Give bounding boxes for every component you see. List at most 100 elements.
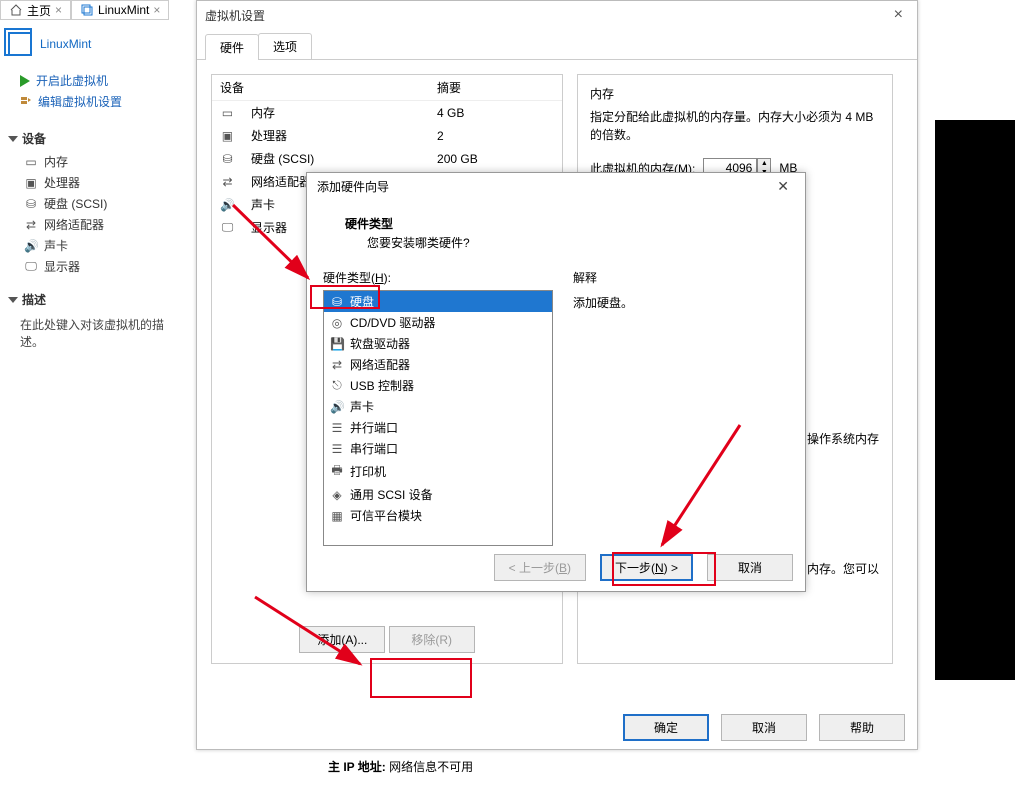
section-desc-label: 描述 (22, 291, 46, 308)
col-device: 设备 (212, 75, 429, 101)
wizard-footer: < 上一步(B) 下一步(N) > 取消 (494, 554, 793, 581)
list-item[interactable]: ⇄网络适配器 (324, 354, 552, 375)
cpu-icon: ▣ (212, 124, 243, 147)
sidebar-device-list: ▭内存 ▣处理器 ⛁硬盘 (SCSI) ⇄网络适配器 🔊声卡 🖵显示器 (0, 151, 190, 281)
col-summary: 摘要 (429, 75, 562, 101)
list-item[interactable]: ▣处理器 (24, 172, 182, 193)
list-item[interactable]: 🖶打印机 (324, 459, 552, 484)
wizard-titlebar: 添加硬件向导 ✕ (307, 173, 805, 199)
memory-icon: ▭ (212, 101, 243, 125)
list-item[interactable]: ☰串行端口 (324, 438, 552, 459)
tab-home-label: 主页 (27, 2, 51, 19)
settings-title: 虚拟机设置 (205, 7, 265, 24)
close-icon[interactable]: × (153, 3, 160, 17)
vm-display-preview (935, 120, 1015, 680)
list-item[interactable]: 🔊声卡 (24, 235, 182, 256)
sound-icon: 🔊 (212, 193, 243, 216)
network-icon: ⇄ (24, 218, 38, 232)
list-item[interactable]: ⇄网络适配器 (24, 214, 182, 235)
wizard-heading: 硬件类型 (323, 209, 789, 234)
close-icon[interactable]: × (55, 3, 62, 17)
hardware-type-list[interactable]: ⛁硬盘 ◎CD/DVD 驱动器 💾软盘驱动器 ⇄网络适配器 ⎋USB 控制器 🔊… (323, 290, 553, 546)
disk-icon: ⛁ (330, 295, 344, 309)
list-item[interactable]: ◎CD/DVD 驱动器 (324, 312, 552, 333)
cancel-button[interactable]: 取消 (707, 554, 793, 581)
caret-down-icon (8, 136, 18, 142)
list-item[interactable]: 🔊声卡 (324, 396, 552, 417)
cpu-icon: ▣ (24, 176, 38, 190)
list-item[interactable]: 🖵显示器 (24, 256, 182, 277)
vm-title: LinuxMint (0, 20, 190, 70)
list-item[interactable]: ▦可信平台模块 (324, 505, 552, 526)
serial-port-icon: ☰ (330, 442, 344, 456)
caret-down-icon (8, 297, 18, 303)
memory-desc: 指定分配给此虚拟机的内存量。内存大小必须为 4 MB 的倍数。 (590, 108, 880, 144)
settings-tabs: 硬件 选项 (197, 33, 917, 60)
list-item[interactable]: ▭内存 (24, 151, 182, 172)
sound-icon: 🔊 (330, 400, 344, 414)
ip-info: 主 IP 地址: 网络信息不可用 (328, 758, 473, 775)
next-button[interactable]: 下一步(N) > (600, 554, 693, 581)
close-icon[interactable]: × (888, 4, 909, 26)
printer-icon: 🖶 (330, 461, 344, 482)
close-icon[interactable]: ✕ (771, 176, 795, 197)
disk-icon: ⛁ (212, 147, 243, 170)
explain-label: 解释 (573, 269, 789, 286)
settings-footer: 确定 取消 帮助 (623, 714, 905, 741)
tab-vm[interactable]: LinuxMint × (71, 0, 169, 20)
document-tabs: 主页 × LinuxMint × (0, 0, 169, 20)
memory-hint-os: 操作系统内存 (807, 430, 1015, 449)
list-item[interactable]: ◈通用 SCSI 设备 (324, 484, 552, 505)
spin-up-icon[interactable]: ▲ (758, 159, 770, 168)
sidebar: LinuxMint 开启此虚拟机 编辑虚拟机设置 设备 ▭内存 ▣处理器 ⛁硬盘… (0, 20, 190, 354)
vm-icon (80, 3, 94, 17)
table-row[interactable]: ▣处理器2 (212, 124, 562, 147)
table-row[interactable]: ⛁硬盘 (SCSI)200 GB (212, 147, 562, 170)
vm-box-icon (8, 32, 32, 56)
remove-hardware-button[interactable]: 移除(R) (389, 626, 475, 653)
tab-options[interactable]: 选项 (258, 33, 312, 59)
wizard-header: 硬件类型 您要安装哪类硬件? (307, 199, 805, 265)
vm-description[interactable]: 在此处键入对该虚拟机的描述。 (0, 312, 190, 354)
explain-text: 添加硬盘。 (573, 294, 789, 311)
list-item[interactable]: ⛁硬盘 (SCSI) (24, 193, 182, 214)
ok-button[interactable]: 确定 (623, 714, 709, 741)
network-icon: ⇄ (212, 170, 243, 193)
sound-icon: 🔊 (24, 239, 38, 253)
list-item[interactable]: ⎋USB 控制器 (324, 375, 552, 396)
action-power-on[interactable]: 开启此虚拟机 (20, 70, 182, 91)
network-icon: ⇄ (330, 358, 344, 372)
list-item[interactable]: ☰并行端口 (324, 417, 552, 438)
parallel-port-icon: ☰ (330, 421, 344, 435)
help-button[interactable]: 帮助 (819, 714, 905, 741)
tab-vm-label: LinuxMint (98, 3, 149, 17)
action-power-on-label: 开启此虚拟机 (36, 72, 108, 89)
play-icon (20, 75, 30, 87)
add-hardware-wizard: 添加硬件向导 ✕ 硬件类型 您要安装哪类硬件? 硬件类型(H): ⛁硬盘 ◎CD… (306, 172, 806, 592)
wizard-title: 添加硬件向导 (317, 178, 389, 195)
list-item[interactable]: ⛁硬盘 (324, 291, 552, 312)
wizard-subheading: 您要安装哪类硬件? (323, 234, 789, 251)
section-devices-label: 设备 (22, 130, 46, 147)
disk-icon: ⛁ (24, 197, 38, 211)
action-edit-settings[interactable]: 编辑虚拟机设置 (20, 91, 182, 112)
tab-hardware[interactable]: 硬件 (205, 34, 259, 60)
settings-titlebar: 虚拟机设置 × (197, 1, 917, 29)
hardware-type-label: 硬件类型(H): (323, 269, 553, 286)
table-row[interactable]: ▭内存4 GB (212, 101, 562, 125)
section-devices[interactable]: 设备 (0, 120, 190, 151)
memory-hint-more: 内存。您可以 (807, 560, 1015, 579)
scsi-icon: ◈ (330, 488, 344, 502)
vm-title-text: LinuxMint (40, 37, 91, 51)
cancel-button[interactable]: 取消 (721, 714, 807, 741)
home-icon (9, 3, 23, 17)
back-button[interactable]: < 上一步(B) (494, 554, 586, 581)
tab-home[interactable]: 主页 × (0, 0, 71, 20)
tpm-icon: ▦ (330, 509, 344, 523)
display-icon: 🖵 (212, 216, 243, 239)
list-item[interactable]: 💾软盘驱动器 (324, 333, 552, 354)
section-desc[interactable]: 描述 (0, 281, 190, 312)
add-hardware-button[interactable]: 添加(A)... (299, 626, 385, 653)
edit-icon (20, 96, 32, 108)
display-icon: 🖵 (24, 259, 38, 274)
